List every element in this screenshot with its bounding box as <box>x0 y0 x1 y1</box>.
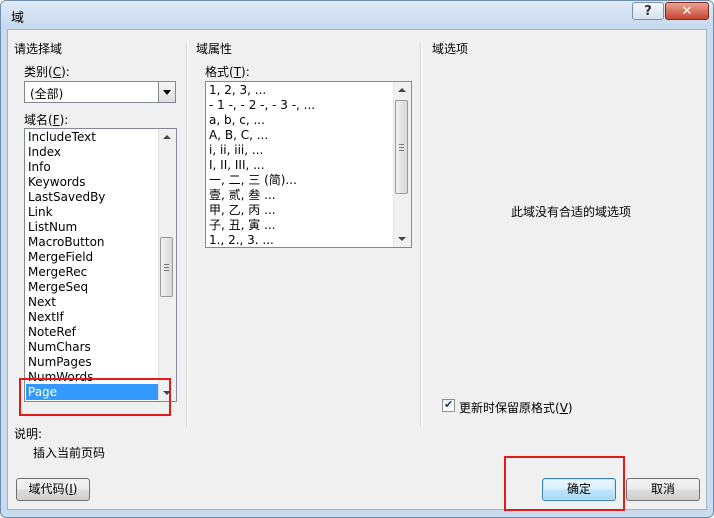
list-item[interactable]: 壹, 贰, 叁 ... <box>209 188 276 203</box>
field-properties-group-title: 域属性 <box>196 42 233 56</box>
column-divider <box>186 42 188 427</box>
list-item[interactable]: MacroButton <box>28 235 105 250</box>
list-item[interactable]: I, II, III, ... <box>209 158 265 173</box>
cancel-button[interactable]: 取消 <box>626 478 700 501</box>
list-item[interactable]: i, ii, iii, ... <box>209 143 263 158</box>
field-list-scrollbar[interactable] <box>158 129 176 401</box>
list-item[interactable]: Link <box>28 205 53 220</box>
title-bar: 域 ? ✕ <box>1 1 713 29</box>
list-item[interactable]: 1, 2, 3, ... <box>209 83 266 98</box>
list-item[interactable]: NoteRef <box>28 325 76 340</box>
ok-button[interactable]: 确定 <box>542 478 616 501</box>
format-label: 格式(T): <box>205 65 250 79</box>
list-item[interactable]: 甲, 乙, 丙 ... <box>209 203 276 218</box>
format-list-scrollbar[interactable] <box>393 82 411 247</box>
dialog-title: 域 <box>11 11 25 26</box>
no-options-message: 此域没有合适的域选项 <box>511 205 632 219</box>
scroll-up-icon[interactable] <box>163 135 171 139</box>
list-item[interactable]: 子, 丑, 寅 ... <box>209 218 276 233</box>
list-item[interactable]: Keywords <box>28 175 86 190</box>
field-options-group-title: 域选项 <box>432 42 469 56</box>
list-item[interactable]: NextIf <box>28 310 64 325</box>
list-item[interactable]: MergeSeq <box>28 280 88 295</box>
list-item[interactable]: Index <box>28 145 61 160</box>
list-item[interactable]: a, b, c, ... <box>209 113 265 128</box>
format-list[interactable]: 1, 2, 3, ... - 1 -, - 2 -, - 3 -, ... a,… <box>205 81 412 248</box>
list-item[interactable]: ListNum <box>28 220 77 235</box>
description-label: 说明: <box>14 427 43 441</box>
list-item[interactable]: MergeRec <box>28 265 87 280</box>
field-codes-button[interactable]: 域代码(I) <box>16 478 90 501</box>
category-value: (全部) <box>30 87 64 101</box>
help-button[interactable]: ? <box>632 2 664 20</box>
column-divider <box>420 42 422 427</box>
checkmark-icon: ✔ <box>444 398 454 411</box>
list-item[interactable]: NumChars <box>28 340 91 355</box>
category-label: 类别(C): <box>24 65 70 79</box>
list-item[interactable]: IncludeText <box>28 130 96 145</box>
scroll-up-icon[interactable] <box>398 88 406 92</box>
scroll-thumb[interactable] <box>395 100 408 194</box>
list-item[interactable]: 1., 2., 3. ... <box>209 233 274 247</box>
chevron-down-icon[interactable] <box>158 82 175 102</box>
list-item[interactable]: - 1 -, - 2 -, - 3 -, ... <box>209 98 315 113</box>
list-item[interactable]: Next <box>28 295 56 310</box>
list-item[interactable]: LastSavedBy <box>28 190 105 205</box>
field-dialog: 域 ? ✕ 请选择域 类别(C): (全部) 域名(F): IncludeTex… <box>0 0 714 518</box>
list-item[interactable]: Info <box>28 160 51 175</box>
select-field-group-title: 请选择域 <box>14 42 63 56</box>
list-item[interactable]: A, B, C, ... <box>209 128 268 143</box>
list-item[interactable]: MergeField <box>28 250 93 265</box>
highlight-box-page <box>19 378 171 416</box>
preserve-format-label[interactable]: 更新时保留原格式(V) <box>459 399 573 416</box>
scroll-thumb[interactable] <box>160 237 173 297</box>
field-names-list[interactable]: IncludeText Index Info Keywords LastSave… <box>24 128 177 402</box>
category-dropdown[interactable]: (全部) <box>24 81 176 103</box>
scroll-down-icon[interactable] <box>398 237 406 241</box>
preserve-format-checkbox[interactable]: ✔ <box>442 398 455 412</box>
close-button[interactable]: ✕ <box>665 2 709 20</box>
list-item[interactable]: NumPages <box>28 355 92 370</box>
dialog-body: 请选择域 类别(C): (全部) 域名(F): IncludeText Inde… <box>7 29 707 511</box>
field-names-label: 域名(F): <box>24 113 69 127</box>
description-text: 插入当前页码 <box>33 446 106 460</box>
list-item[interactable]: 一, 二, 三 (简)... <box>209 173 297 188</box>
